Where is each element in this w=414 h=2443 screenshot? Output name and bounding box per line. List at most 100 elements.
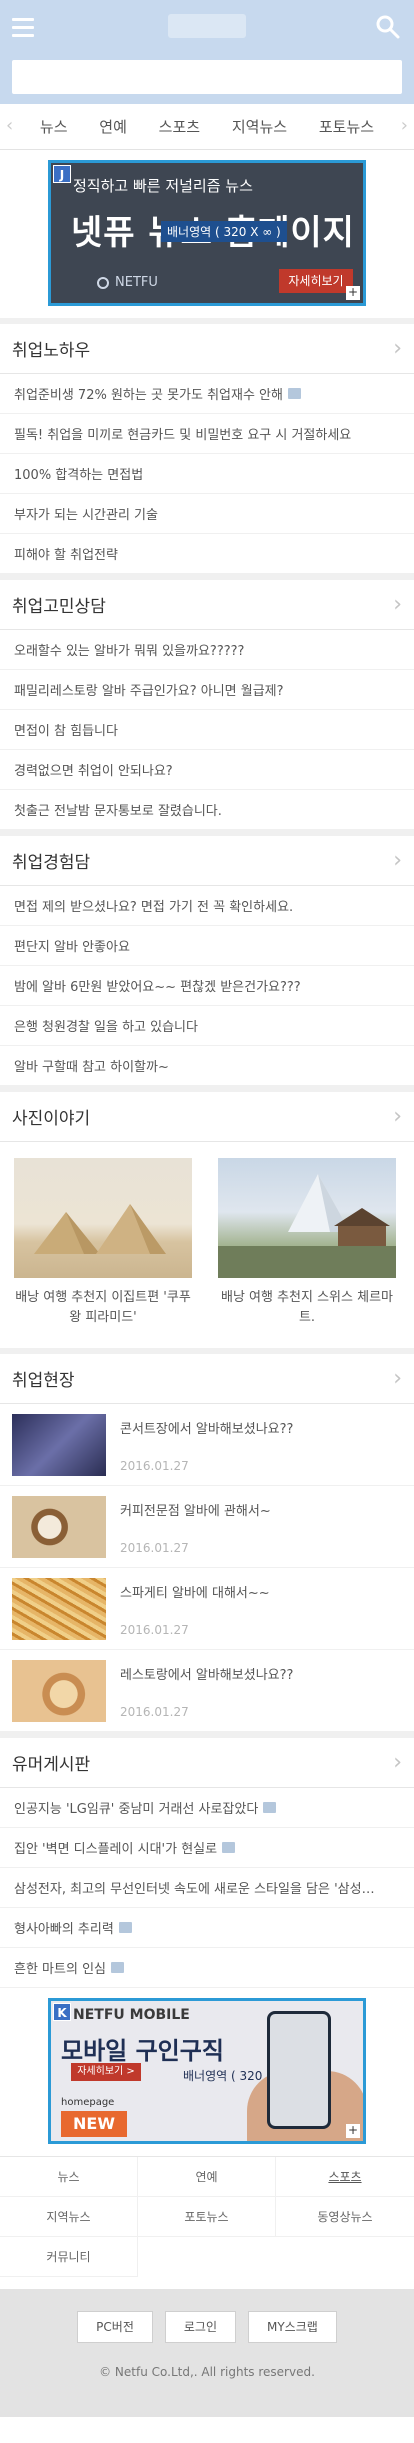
ad-cta-button[interactable]: 자세히보기 > xyxy=(71,2063,141,2081)
photo-card[interactable]: 배낭 여행 추천지 이집트편 '쿠푸왕 피라미드' xyxy=(14,1158,192,1328)
ad-brand: NETFU xyxy=(115,275,158,290)
chevron-right-icon[interactable]: › xyxy=(393,1366,402,1391)
list-item[interactable]: 편단지 알바 안좋아요 xyxy=(0,926,414,966)
tab-sports[interactable]: 스포츠 xyxy=(159,116,200,137)
ad-badge: J xyxy=(53,165,71,183)
tab-news[interactable]: 뉴스 xyxy=(40,116,68,137)
list-item[interactable]: 밤에 알바 6만원 받았어요~~ 편찮겠 받은건가요??? xyxy=(0,966,414,1006)
search-input[interactable] xyxy=(12,60,402,94)
list-item[interactable]: 패밀리레스토랑 알바 주급인가요? 아니면 월급제? xyxy=(0,670,414,710)
chevron-right-icon[interactable]: › xyxy=(393,336,402,361)
section-header[interactable]: 취업고민상담 › xyxy=(0,580,414,630)
section-title: 취업노하우 xyxy=(12,341,91,361)
list-item[interactable]: 인공지능 'LG임큐' 중남미 거래선 사로잡았다 xyxy=(0,1788,414,1828)
footer-link-local-news[interactable]: 지역뉴스 xyxy=(0,2197,138,2237)
section-header[interactable]: 사진이야기 › xyxy=(0,1092,414,1142)
ad-kicker: NETFU MOBILE xyxy=(73,2007,190,2023)
footer-buttons: PC버전 로그인 MY스크랩 xyxy=(0,2311,414,2343)
section-title: 취업경험담 xyxy=(12,853,91,873)
footer-link-video-news[interactable]: 동영상뉴스 xyxy=(276,2197,414,2237)
footer-link-sports[interactable]: 스포츠 xyxy=(276,2157,414,2197)
list-item[interactable]: 첫출근 전날밤 문자통보로 잘렸습니다. xyxy=(0,790,414,830)
post-list: 인공지능 'LG임큐' 중남미 거래선 사로잡았다 집안 '벽면 디스플레이 시… xyxy=(0,1788,414,1988)
ad-cta-button[interactable]: 자세히보기 xyxy=(279,269,353,293)
section-header[interactable]: 유머게시판 › xyxy=(0,1738,414,1788)
thumb-list: 콘서트장에서 알바해보셨나요?? 2016.01.27 커피전문점 알바에 관해… xyxy=(0,1404,414,1732)
post-list: 면접 제의 받으셨나요? 면접 가기 전 꼭 확인하세요. 편단지 알바 안좋아… xyxy=(0,886,414,1086)
list-item[interactable]: 알바 구할때 참고 하이할까~ xyxy=(0,1046,414,1086)
section-title: 사진이야기 xyxy=(12,1109,91,1129)
pyramid-photo[interactable] xyxy=(14,1158,192,1278)
my-scrap-button[interactable]: MY스크랩 xyxy=(248,2311,337,2343)
list-item[interactable]: 오래할수 있는 알바가 뭐뭐 있을까요????? xyxy=(0,630,414,670)
list-item[interactable]: 커피전문점 알바에 관해서~ 2016.01.27 xyxy=(0,1486,414,1568)
list-item[interactable]: 부자가 되는 시간관리 기술 xyxy=(0,494,414,534)
tab-local-news[interactable]: 지역뉴스 xyxy=(232,116,287,137)
section-photo: 사진이야기 › 배낭 여행 추천지 이집트편 '쿠푸왕 피라미드' 배낭 여행 … xyxy=(0,1092,414,1354)
hamburger-icon[interactable] xyxy=(12,12,42,42)
list-item[interactable]: 취업준비생 72% 원하는 곳 못가도 취업재수 안해 xyxy=(0,374,414,414)
list-item[interactable]: 면접 제의 받으셨나요? 면접 가기 전 꼭 확인하세요. xyxy=(0,886,414,926)
post-title: 편단지 알바 안좋아요 xyxy=(14,940,130,955)
footer-link-community[interactable]: 커뮤니티 xyxy=(0,2237,138,2277)
site-logo[interactable] xyxy=(168,14,246,38)
post-list: 취업준비생 72% 원하는 곳 못가도 취업재수 안해 필독! 취업을 미끼로 … xyxy=(0,374,414,574)
list-item[interactable]: 레스토랑에서 알바해보셨나요?? 2016.01.27 xyxy=(0,1650,414,1732)
chevron-right-icon[interactable]: › xyxy=(393,1104,402,1129)
chevron-right-icon[interactable]: › xyxy=(393,592,402,617)
expand-icon[interactable]: + xyxy=(346,286,360,300)
list-item[interactable]: 경력없으면 취업이 안되나요? xyxy=(0,750,414,790)
post-title: 부자가 되는 시간관리 기술 xyxy=(14,508,158,523)
expand-icon[interactable]: + xyxy=(346,2124,360,2138)
footer-link-photo-news[interactable]: 포토뉴스 xyxy=(138,2197,276,2237)
ad-new-badge: NEW xyxy=(61,2111,127,2137)
top-banner-ad[interactable]: J 정직하고 빠른 저널리즘 뉴스 넷퓨 뉴스 홈페이지 배너영역 ( 320 … xyxy=(48,160,366,306)
list-item[interactable]: 삼성전자, 최고의 무선인터넷 속도에 새로운 스타일을 담은 '삼성… xyxy=(0,1868,414,1908)
tab-photo-news[interactable]: 포토뉴스 xyxy=(319,116,374,137)
post-title: 인공지능 'LG임큐' 중남미 거래선 사로잡았다 xyxy=(14,1802,259,1817)
photo-card[interactable]: 배낭 여행 추천지 스위스 체르마트. xyxy=(218,1158,396,1328)
list-item[interactable]: 피해야 할 취업전략 xyxy=(0,534,414,574)
list-item[interactable]: 집안 '벽면 디스플레이 시대'가 현실로 xyxy=(0,1828,414,1868)
post-title: 집안 '벽면 디스플레이 시대'가 현실로 xyxy=(14,1842,218,1857)
ad-kicker: 정직하고 빠른 저널리즘 뉴스 xyxy=(73,177,253,195)
pc-version-button[interactable]: PC버전 xyxy=(77,2311,153,2343)
list-item[interactable]: 스파게티 알바에 대해서~~ 2016.01.27 xyxy=(0,1568,414,1650)
image-icon xyxy=(118,1922,132,1933)
search-icon[interactable] xyxy=(374,13,402,41)
bottom-banner-wrap: K NETFU MOBILE 모바일 구인구직 자세히보기 > 배너영역 ( 3… xyxy=(0,1988,414,2156)
restaurant-photo xyxy=(12,1660,106,1722)
ad-home-label: homepage xyxy=(61,2097,115,2108)
list-item[interactable]: 필독! 취업을 미끼로 현금카드 및 비밀번호 요구 시 거절하세요 xyxy=(0,414,414,454)
section-header[interactable]: 취업경험담 › xyxy=(0,836,414,886)
post-date: 2016.01.27 xyxy=(120,1459,189,1473)
list-item[interactable]: 면접이 참 힘듭니다 xyxy=(0,710,414,750)
post-title: 밤에 알바 6만원 받았어요~~ 편찮겠 받은건가요??? xyxy=(14,980,301,995)
chevron-right-icon[interactable]: › xyxy=(393,848,402,873)
tab-entertainment[interactable]: 연예 xyxy=(99,116,127,137)
post-title: 면접이 참 힘듭니다 xyxy=(14,724,118,739)
list-item[interactable]: 100% 합격하는 면접법 xyxy=(0,454,414,494)
section-humor: 유머게시판 › 인공지능 'LG임큐' 중남미 거래선 사로잡았다 집안 '벽면… xyxy=(0,1738,414,1988)
post-title: 형사아빠의 추리력 xyxy=(14,1922,114,1937)
list-item[interactable]: 은행 청원경찰 일을 하고 있습니다 xyxy=(0,1006,414,1046)
chevron-right-icon[interactable]: › xyxy=(393,1750,402,1775)
login-button[interactable]: 로그인 xyxy=(164,2311,236,2343)
section-know-how: 취업노하우 › 취업준비생 72% 원하는 곳 못가도 취업재수 안해 필독! … xyxy=(0,324,414,580)
chevron-left-icon[interactable]: ‹ xyxy=(6,115,13,136)
post-title: 취업준비생 72% 원하는 곳 못가도 취업재수 안해 xyxy=(14,388,283,403)
post-date: 2016.01.27 xyxy=(120,1623,189,1637)
bottom-banner-ad[interactable]: K NETFU MOBILE 모바일 구인구직 자세히보기 > 배너영역 ( 3… xyxy=(48,1998,366,2144)
footer-link-news[interactable]: 뉴스 xyxy=(0,2157,138,2197)
list-item[interactable]: 형사아빠의 추리력 xyxy=(0,1908,414,1948)
list-item[interactable]: 콘서트장에서 알바해보셨나요?? 2016.01.27 xyxy=(0,1404,414,1486)
footer-nav: 뉴스 연예 스포츠 지역뉴스 포토뉴스 동영상뉴스 커뮤니티 xyxy=(0,2156,414,2277)
footer-link-entertainment[interactable]: 연예 xyxy=(138,2157,276,2197)
image-icon xyxy=(222,1842,236,1853)
concert-photo xyxy=(12,1414,106,1476)
section-header[interactable]: 취업노하우 › xyxy=(0,324,414,374)
list-item[interactable]: 흔한 마트의 인심 xyxy=(0,1948,414,1988)
chevron-right-icon[interactable]: › xyxy=(401,115,408,136)
matterhorn-photo[interactable] xyxy=(218,1158,396,1278)
section-header[interactable]: 취업현장 › xyxy=(0,1354,414,1404)
